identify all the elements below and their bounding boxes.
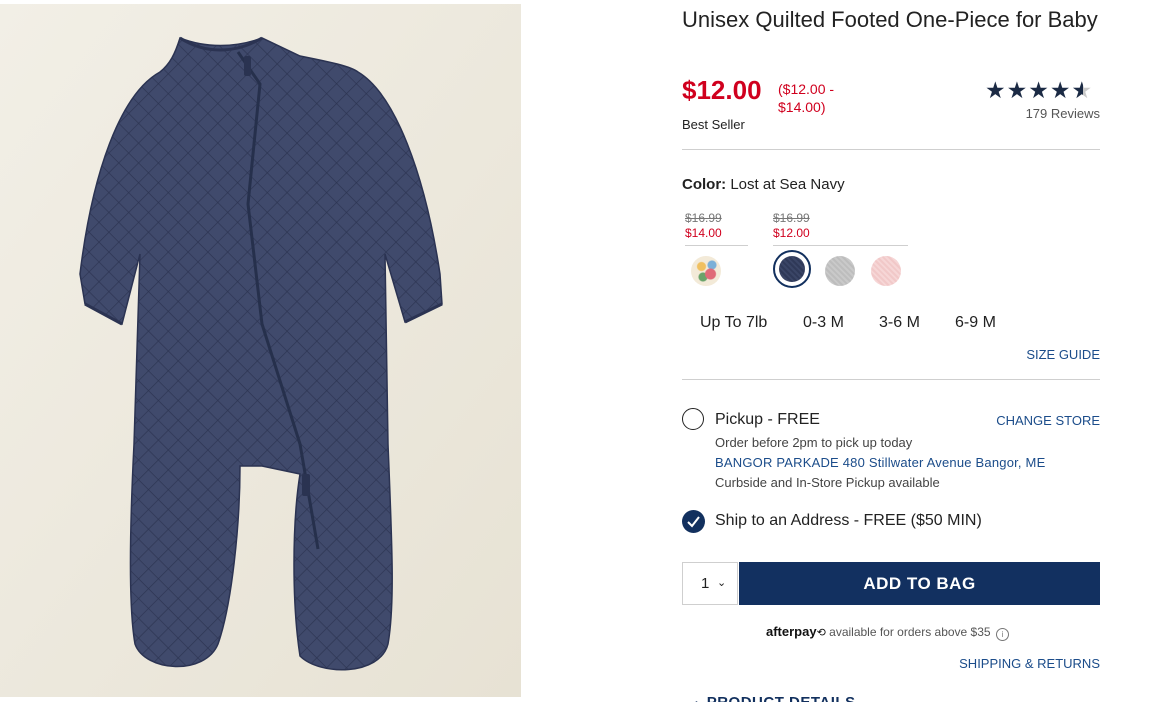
onesie-illustration <box>0 4 521 697</box>
price-group-solids: $16.99 $12.00 <box>773 211 908 246</box>
ship-label: Ship to an Address - FREE ($50 MIN) <box>715 512 982 529</box>
product-info-column: Unisex Quilted Footed One-Piece for Baby… <box>682 0 1100 702</box>
swatch-pink[interactable] <box>871 256 901 286</box>
sale-price: $12.00 <box>773 226 810 240</box>
product-details-label: PRODUCT DETAILS <box>707 694 856 702</box>
star-icon: ★ <box>1006 77 1029 103</box>
store-address-link[interactable]: BANGOR PARKADE 480 Stillwater Avenue Ban… <box>715 455 1045 470</box>
ship-radio[interactable] <box>682 510 705 533</box>
afterpay-logo: afterpay <box>766 624 817 639</box>
pickup-radio[interactable] <box>682 408 704 430</box>
price-group-floral: $16.99 $14.00 <box>685 211 748 246</box>
best-seller-badge: Best Seller <box>682 117 745 132</box>
product-image[interactable] <box>0 4 521 697</box>
color-value: Lost at Sea Navy <box>730 176 845 193</box>
star-icon: ★ <box>1049 77 1072 103</box>
chevron-down-icon: ⌄ <box>717 577 727 589</box>
shipping-returns-link[interactable]: SHIPPING & RETURNS <box>959 656 1100 671</box>
product-title: Unisex Quilted Footed One-Piece for Baby <box>682 7 1098 32</box>
star-rating[interactable]: ★★★★★ <box>985 77 1093 104</box>
quantity-select[interactable]: 1 ⌄ <box>682 562 738 605</box>
size-option[interactable]: 6-9 M <box>955 314 996 332</box>
afterpay-arrows-icon: ⟲ <box>816 627 826 639</box>
size-option[interactable]: 0-3 M <box>803 314 844 332</box>
info-icon[interactable]: i <box>995 628 1009 641</box>
checkmark-icon <box>687 516 700 528</box>
swatch-navy-fill <box>779 256 805 282</box>
sale-price: $12.00 <box>682 75 762 105</box>
product-details-toggle[interactable]: ▸ PRODUCT DETAILS <box>696 694 856 702</box>
chevron-right-icon: ▸ <box>696 698 702 702</box>
divider <box>682 379 1100 380</box>
product-page: Unisex Quilted Footed One-Piece for Baby… <box>0 0 1152 702</box>
swatch-navy[interactable] <box>773 250 811 288</box>
original-price: $16.99 <box>773 211 810 225</box>
color-label-title: Color: <box>682 176 727 193</box>
swatch-floral[interactable] <box>691 256 721 286</box>
change-store-link[interactable]: CHANGE STORE <box>996 413 1100 428</box>
quantity-value: 1 <box>701 575 710 592</box>
afterpay-message: afterpay⟲ available for orders above $35… <box>766 624 1009 641</box>
divider <box>682 149 1100 150</box>
price-range: ($12.00 - $14.00) <box>778 81 835 115</box>
star-icon: ★ <box>985 77 1007 103</box>
afterpay-text: available for orders above $35 <box>829 625 991 639</box>
size-guide-link[interactable]: SIZE GUIDE <box>1026 347 1100 362</box>
original-price: $16.99 <box>685 211 722 225</box>
size-option[interactable]: 3-6 M <box>879 314 920 332</box>
size-option[interactable]: Up To 7lb <box>700 314 767 332</box>
pickup-note: Order before 2pm to pick up today <box>715 435 913 450</box>
pickup-label: Pickup - FREE <box>715 411 820 428</box>
half-star-icon: ★ <box>1072 77 1094 104</box>
star-icon: ★ <box>1028 77 1050 103</box>
color-label: Color: Lost at Sea Navy <box>682 176 845 193</box>
reviews-link[interactable]: 179 Reviews <box>1026 106 1100 121</box>
sale-price: $14.00 <box>685 226 722 240</box>
swatch-heather-gray[interactable] <box>825 256 855 286</box>
add-to-bag-button[interactable]: ADD TO BAG <box>739 562 1100 605</box>
curbside-note: Curbside and In-Store Pickup available <box>715 475 940 490</box>
